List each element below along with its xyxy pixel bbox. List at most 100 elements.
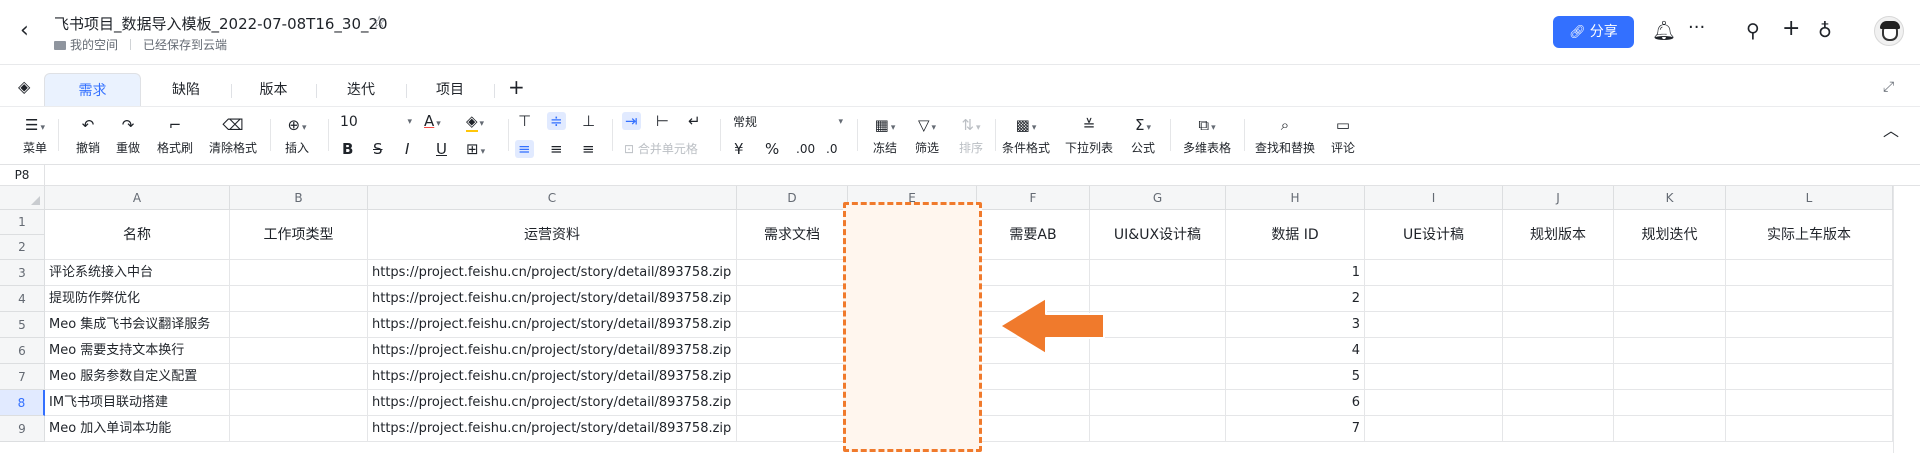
more-icon[interactable]: ···: [1688, 17, 1705, 39]
cell-watcher[interactable]: 张三: [848, 338, 977, 364]
clear-format-button[interactable]: ⌫ 清除格式: [206, 116, 260, 156]
header-cell[interactable]: 实际上车版本: [1726, 210, 1893, 260]
row-header-6[interactable]: 6: [0, 338, 45, 364]
header-cell[interactable]: 规划迭代: [1614, 210, 1726, 260]
sort-button[interactable]: ⇅ ▾ 排序: [954, 116, 988, 156]
row-header-9[interactable]: 9: [0, 416, 45, 442]
conditional-format-button[interactable]: ▩ ▾ 条件格式: [1000, 116, 1052, 156]
table-cell[interactable]: [977, 416, 1090, 442]
table-cell[interactable]: [1614, 390, 1726, 416]
cell-watcher[interactable]: Ellen: [848, 286, 977, 312]
font-color-icon[interactable]: A ▾: [424, 112, 441, 133]
table-cell[interactable]: [977, 260, 1090, 286]
header-cell[interactable]: 规划版本: [1503, 210, 1614, 260]
table-cell[interactable]: [230, 260, 368, 286]
table-cell[interactable]: [737, 364, 848, 390]
freeze-button[interactable]: ▦ ▾ 冻结: [868, 116, 902, 156]
format-painter-button[interactable]: ⌐ 格式刷: [155, 116, 195, 156]
table-cell[interactable]: [1090, 416, 1226, 442]
cell-link[interactable]: https://project.feishu.cn/project/story/…: [368, 416, 737, 442]
lightbulb-icon[interactable]: ♁: [1818, 20, 1832, 42]
table-cell[interactable]: [1503, 338, 1614, 364]
table-cell[interactable]: [1090, 364, 1226, 390]
table-cell[interactable]: [1503, 416, 1614, 442]
row-header-7[interactable]: 7: [0, 364, 45, 390]
bold-icon[interactable]: B: [342, 140, 353, 158]
column-header-b[interactable]: B: [230, 186, 368, 210]
table-cell[interactable]: [1090, 390, 1226, 416]
column-header-l[interactable]: L: [1726, 186, 1893, 210]
cell-name[interactable]: IM飞书项目联动搭建: [45, 390, 230, 416]
table-cell[interactable]: [1365, 416, 1503, 442]
select-all-corner[interactable]: [0, 186, 45, 210]
cell-name[interactable]: Meo 集成飞书会议翻译服务: [45, 312, 230, 338]
cell-watcher[interactable]: Linmi: [848, 260, 977, 286]
table-cell[interactable]: [977, 390, 1090, 416]
table-cell[interactable]: [1365, 364, 1503, 390]
layers-icon[interactable]: ◈: [18, 77, 30, 96]
cell-name[interactable]: 提现防作弊优化: [45, 286, 230, 312]
column-header-j[interactable]: J: [1503, 186, 1614, 210]
row-header-1[interactable]: 1: [0, 210, 45, 235]
table-cell[interactable]: [977, 364, 1090, 390]
table-cell[interactable]: [1503, 286, 1614, 312]
table-cell[interactable]: [1503, 260, 1614, 286]
percent-icon[interactable]: %: [765, 140, 779, 158]
align-center-icon[interactable]: ≡: [550, 140, 563, 158]
table-cell[interactable]: [737, 286, 848, 312]
cell-id[interactable]: 4: [1226, 338, 1365, 364]
cell-name[interactable]: Meo 服务参数自定义配置: [45, 364, 230, 390]
cell-id[interactable]: 1: [1226, 260, 1365, 286]
column-header-a[interactable]: A: [45, 186, 230, 210]
table-cell[interactable]: [1726, 286, 1893, 312]
column-header-g[interactable]: G: [1090, 186, 1226, 210]
underline-icon[interactable]: U: [436, 140, 447, 158]
cell-id[interactable]: 7: [1226, 416, 1365, 442]
cell-id[interactable]: 6: [1226, 390, 1365, 416]
align-top-icon[interactable]: ⊤: [518, 112, 531, 130]
cell-link[interactable]: https://project.feishu.cn/project/story/…: [368, 390, 737, 416]
search-icon[interactable]: ⚲: [1746, 20, 1760, 42]
column-header-d[interactable]: D: [737, 186, 848, 210]
wrap-text-icon[interactable]: ↵: [688, 112, 701, 130]
header-cell[interactable]: UE设计稿: [1365, 210, 1503, 260]
find-replace-button[interactable]: ⌕ 查找和替换: [1254, 116, 1316, 156]
row-header-4[interactable]: 4: [0, 286, 45, 312]
table-cell[interactable]: [1365, 390, 1503, 416]
table-cell[interactable]: [230, 364, 368, 390]
avatar[interactable]: [1874, 16, 1904, 46]
header-cell[interactable]: UI&UX设计稿: [1090, 210, 1226, 260]
table-cell[interactable]: [1726, 390, 1893, 416]
cell-name[interactable]: 评论系统接入中台: [45, 260, 230, 286]
table-cell[interactable]: [1726, 416, 1893, 442]
redo-button[interactable]: ↷ 重做: [112, 116, 144, 156]
table-cell[interactable]: [737, 390, 848, 416]
share-button[interactable]: 🔗︎ 分享: [1553, 16, 1634, 48]
align-middle-icon[interactable]: ≑: [547, 112, 566, 130]
table-cell[interactable]: [1503, 312, 1614, 338]
merge-cells-button[interactable]: ⊡ 合并单元格: [624, 140, 698, 158]
cell-link[interactable]: https://project.feishu.cn/project/story/…: [368, 312, 737, 338]
column-header-e[interactable]: E: [848, 186, 977, 210]
table-cell[interactable]: [1726, 260, 1893, 286]
breadcrumb-space[interactable]: 我的空间: [70, 38, 118, 52]
cell-name[interactable]: Meo 需要支持文本换行: [45, 338, 230, 364]
header-cell[interactable]: 名称: [45, 210, 230, 260]
table-cell[interactable]: [1726, 312, 1893, 338]
add-sheet-icon[interactable]: +: [508, 75, 525, 99]
collapse-toolbar-icon[interactable]: ︿: [1883, 117, 1899, 141]
dropdown-list-button[interactable]: ≚ 下拉列表: [1063, 116, 1115, 156]
header-cell[interactable]: 需求文档: [737, 210, 848, 260]
table-cell[interactable]: [737, 260, 848, 286]
align-bottom-icon[interactable]: ⊥: [582, 112, 595, 130]
align-right-icon[interactable]: ≡: [582, 140, 595, 158]
table-cell[interactable]: [1726, 338, 1893, 364]
cell-reference[interactable]: P8: [0, 165, 45, 185]
italic-icon[interactable]: I: [405, 140, 409, 158]
cell-link[interactable]: https://project.feishu.cn/project/story/…: [368, 338, 737, 364]
table-cell[interactable]: [1726, 364, 1893, 390]
table-cell[interactable]: [1090, 338, 1226, 364]
table-cell[interactable]: [1365, 338, 1503, 364]
cell-link[interactable]: https://project.feishu.cn/project/story/…: [368, 364, 737, 390]
menu-button[interactable]: ☰ ▾ 菜单: [18, 116, 52, 156]
